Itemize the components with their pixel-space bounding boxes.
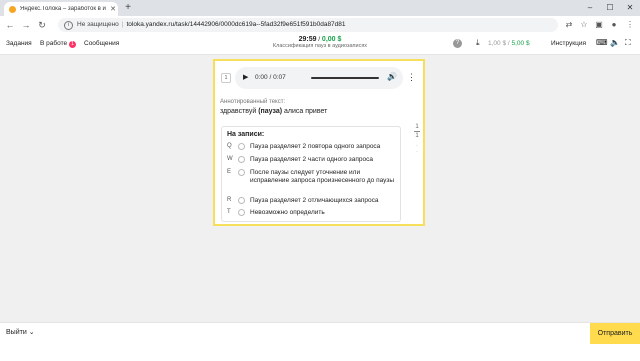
browser-tab-strip: Яндекс.Толока – заработок в и ✕ + – ☐ ✕ bbox=[0, 0, 640, 16]
browser-tab[interactable]: Яндекс.Толока – заработок в и ✕ bbox=[4, 2, 118, 16]
question-title: На записи: bbox=[227, 131, 265, 138]
submit-button[interactable]: Отправить bbox=[590, 323, 640, 344]
more-options-icon[interactable]: ⋮ bbox=[407, 72, 416, 83]
pager-total: 1 bbox=[415, 133, 419, 139]
option-label: Пауза разделяет 2 отличающихся запроса bbox=[250, 197, 379, 204]
bookmark-star-icon[interactable]: ☆ bbox=[578, 19, 590, 31]
help-icon[interactable]: ? bbox=[453, 39, 462, 48]
balance: 1,00 $ / 5,00 $ bbox=[488, 40, 530, 47]
task-timer: 29:59 bbox=[298, 36, 317, 43]
window-close-button[interactable]: ✕ bbox=[620, 0, 640, 16]
menu-in-progress[interactable]: В работе 1 bbox=[40, 40, 76, 48]
tab-close-icon[interactable]: ✕ bbox=[108, 5, 118, 13]
option-hotkey: E bbox=[227, 169, 232, 175]
instruction-button[interactable]: Инструкция bbox=[551, 40, 586, 47]
radio-button[interactable] bbox=[238, 143, 245, 150]
option-hotkey: Q bbox=[227, 143, 232, 149]
pager-divider bbox=[414, 131, 420, 132]
question-box: На записи: Q Пауза разделяет 2 повтора о… bbox=[221, 126, 401, 222]
tab-title: Яндекс.Толока – заработок в и bbox=[20, 6, 106, 12]
info-icon[interactable]: i bbox=[64, 20, 73, 30]
menu-in-progress-label: В работе bbox=[40, 40, 68, 47]
option-hotkey: W bbox=[227, 156, 233, 162]
chevron-down-icon: ⌄ bbox=[28, 329, 35, 336]
option-label: После паузы следует уточнение или исправ… bbox=[250, 169, 395, 184]
toloka-header: Задания В работе 1 Сообщения 29:59 / 0,00… bbox=[0, 34, 640, 55]
reload-icon[interactable]: ↻ bbox=[36, 19, 48, 31]
address-toolbar: ← → ↻ i Не защищено | toloka.yandex.ru/t… bbox=[0, 16, 640, 35]
balance-current: 1,00 $ bbox=[488, 40, 507, 47]
menu-messages[interactable]: Сообщения bbox=[84, 40, 119, 47]
task-card: 1 ▶ 0:00 / 0:07 🔊 ⋮ Аннотированный текст… bbox=[213, 59, 425, 226]
audio-time: 0:00 / 0:07 bbox=[255, 74, 286, 81]
task-reward: 0,00 $ bbox=[321, 36, 342, 43]
download-icon[interactable]: ⤓ bbox=[476, 38, 480, 48]
menu-tasks[interactable]: Задания bbox=[6, 40, 32, 47]
option-label: Пауза разделяет 2 повтора одного запроса bbox=[250, 143, 381, 150]
profile-icon[interactable]: ● bbox=[608, 19, 620, 31]
task-number: 1 bbox=[221, 73, 231, 83]
translate-icon[interactable]: ⇄ bbox=[563, 19, 575, 31]
browser-menu-icon[interactable]: ⋮ bbox=[624, 19, 636, 31]
address-bar[interactable]: i Не защищено | toloka.yandex.ru/task/14… bbox=[58, 18, 558, 32]
audio-progress-track[interactable] bbox=[311, 77, 379, 79]
extension-icon[interactable]: ▣ bbox=[593, 19, 605, 31]
new-tab-button[interactable]: + bbox=[122, 2, 134, 13]
fullscreen-icon[interactable]: ⛶ bbox=[625, 38, 631, 48]
play-icon[interactable]: ▶ bbox=[243, 73, 248, 81]
sound-icon[interactable]: 🔈 bbox=[610, 38, 620, 47]
annotated-text: здравствуй (пауза) алиса привет bbox=[220, 108, 327, 115]
exit-label: Выйти bbox=[6, 329, 27, 336]
maximize-button[interactable]: ☐ bbox=[600, 0, 620, 16]
volume-icon[interactable]: 🔊 bbox=[387, 72, 397, 81]
security-label: Не защищено bbox=[77, 21, 119, 28]
pager-dots-icon: ◦ ◦ bbox=[416, 143, 418, 155]
back-icon[interactable]: ← bbox=[4, 19, 16, 31]
forward-icon[interactable]: → bbox=[20, 19, 32, 31]
exit-button[interactable]: Выйти ⌄ bbox=[6, 328, 35, 336]
radio-button[interactable] bbox=[238, 169, 245, 176]
balance-available: 5,00 $ bbox=[511, 40, 530, 47]
task-info: 29:59 / 0,00 $ Классификация пауз в ауди… bbox=[250, 36, 390, 49]
radio-button[interactable] bbox=[238, 156, 245, 163]
audio-player[interactable]: ▶ 0:00 / 0:07 🔊 ⋮ bbox=[235, 67, 416, 89]
radio-button[interactable] bbox=[238, 209, 245, 216]
option-label: Пауза разделяет 2 части одного запроса bbox=[250, 156, 373, 163]
option-hotkey: R bbox=[227, 197, 232, 203]
radio-button[interactable] bbox=[238, 197, 245, 204]
minimize-button[interactable]: – bbox=[580, 0, 600, 16]
option-label: Невозможно определить bbox=[250, 209, 325, 216]
task-pager: 1 1 ◦ ◦ bbox=[412, 124, 422, 155]
separator: | bbox=[121, 21, 124, 28]
url-text: toloka.yandex.ru/task/14442906/0000dc619… bbox=[126, 21, 346, 28]
annotated-text-label: Аннотированный текст: bbox=[220, 99, 286, 105]
pause-token: (пауза) bbox=[258, 108, 283, 115]
in-progress-count-badge: 1 bbox=[69, 41, 76, 48]
text-before-pause: здравствуй bbox=[220, 108, 259, 115]
project-name: Классификация пауз в аудиозаписях bbox=[272, 43, 368, 49]
text-after-pause: алиса привет bbox=[282, 108, 328, 115]
keyboard-icon[interactable]: ⌨ bbox=[596, 38, 608, 47]
toloka-favicon-icon bbox=[9, 5, 16, 13]
option-hotkey: T bbox=[227, 209, 231, 215]
footer: Выйти ⌄ Отправить bbox=[0, 322, 640, 361]
pager-current: 1 bbox=[415, 124, 419, 130]
